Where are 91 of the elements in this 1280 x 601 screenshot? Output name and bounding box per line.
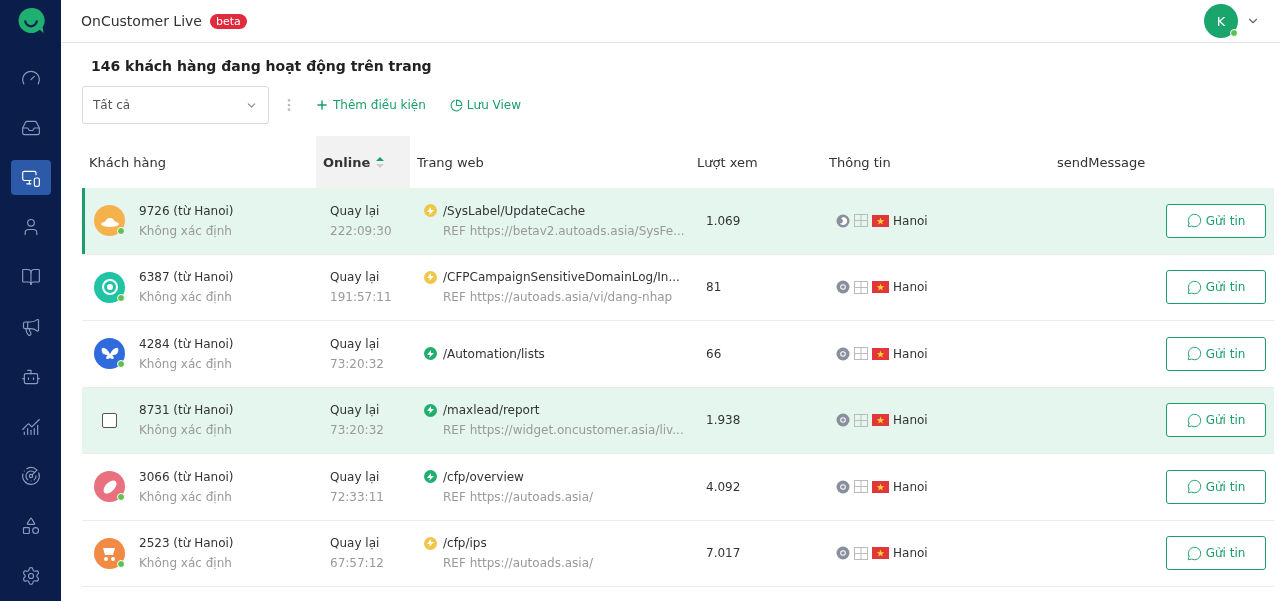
save-view-link[interactable]: Lưu View — [443, 98, 528, 112]
view-count: 1.069 — [706, 213, 741, 228]
send-message-button[interactable]: Gửi tin — [1166, 203, 1266, 238]
city: Hanoi — [893, 280, 928, 295]
app-title: OnCustomer Live — [81, 13, 202, 29]
column-header[interactable]: Lượt xem — [690, 136, 822, 188]
column-header[interactable]: Thông tin — [822, 136, 1050, 188]
windows-icon — [854, 347, 868, 361]
add-condition-link[interactable]: Thêm điều kiện — [309, 98, 432, 112]
column-header[interactable]: Online — [316, 136, 410, 188]
chat-bubble-icon — [1186, 412, 1202, 428]
view-count: 1.938 — [706, 413, 741, 428]
referrer-url: REF https://autoads.asia/ — [442, 489, 594, 504]
city: Hanoi — [893, 346, 928, 361]
customer-row[interactable]: 9726 (từ Hanoi) Không xác định Quay lại 222:09:30 /SysLabel/UpdateCache REF https://betav2.autoads.asia/SysFe... 1.069 Hanoi Gửi tin — [82, 188, 1274, 255]
online-duration: 73:20:32 — [330, 356, 384, 371]
visit-status: Quay lại — [330, 403, 381, 418]
page-path: /CFPCampaignSensitiveDomainLog/In... — [443, 270, 680, 285]
customer-name[interactable]: 8731 (từ Hanoi) — [139, 403, 234, 418]
customer-detail: Không xác định — [139, 290, 233, 305]
flag-icon — [872, 414, 889, 427]
plus-icon — [315, 98, 329, 112]
customer-name[interactable]: 9726 (từ Hanoi) — [139, 203, 234, 218]
online-duration: 222:09:30 — [330, 223, 392, 238]
city: Hanoi — [893, 413, 928, 428]
sort-icon — [376, 156, 385, 168]
chat-bubble-icon — [1186, 346, 1202, 362]
online-duration: 72:33:11 — [330, 489, 384, 504]
visit-status: Quay lại — [330, 203, 381, 218]
page-path: /cfp/overview — [443, 469, 524, 484]
customer-detail: Không xác định — [139, 489, 233, 504]
windows-icon — [854, 480, 868, 494]
beta-badge: beta — [209, 13, 247, 29]
row-checkbox[interactable] — [102, 412, 117, 428]
customer-detail: Không xác định — [139, 356, 233, 371]
view-count: 81 — [706, 280, 722, 295]
visit-status: Quay lại — [330, 336, 381, 351]
column-header[interactable]: Trang web — [410, 136, 690, 188]
column-header[interactable]: sendMessage — [1050, 136, 1280, 188]
referrer-url: REF https://betav2.autoads.asia/SysFe... — [442, 223, 685, 238]
page-path: /SysLabel/UpdateCache — [443, 203, 586, 218]
city: Hanoi — [893, 213, 928, 228]
windows-icon — [854, 546, 868, 560]
view-count: 7.017 — [706, 546, 741, 561]
referrer-url: REF https://autoads.asia/ — [442, 556, 594, 571]
view-select[interactable]: Tất cả — [82, 86, 269, 124]
active-customers-heading: 146 khách hàng đang hoạt động trên trang — [91, 58, 433, 74]
send-message-button[interactable]: Gửi tin — [1166, 469, 1266, 504]
windows-icon — [854, 280, 868, 294]
city: Hanoi — [893, 546, 928, 561]
referrer-url: REF https://widget.oncustomer.asia/liv... — [442, 423, 684, 438]
customer-detail: Không xác định — [139, 223, 233, 238]
chat-bubble-icon — [1186, 545, 1202, 561]
visit-status: Quay lại — [330, 536, 381, 551]
view-count: 66 — [706, 346, 722, 361]
flag-icon — [872, 214, 889, 227]
customer-name[interactable]: 2523 (từ Hanoi) — [139, 536, 234, 551]
send-message-button[interactable]: Gửi tin — [1166, 536, 1266, 571]
online-duration: 73:20:32 — [330, 423, 384, 438]
flag-icon — [872, 347, 889, 360]
flag-icon — [872, 547, 889, 560]
flag-icon — [872, 480, 889, 493]
chat-bubble-icon — [1186, 213, 1202, 229]
pie-chart-icon — [449, 98, 463, 112]
windows-icon — [854, 413, 868, 427]
customer-name[interactable]: 6387 (từ Hanoi) — [139, 270, 234, 285]
page-path: /Automation/lists — [443, 346, 545, 361]
send-message-button[interactable]: Gửi tin — [1166, 336, 1266, 371]
customer-detail: Không xác định — [139, 556, 233, 571]
view-count: 4.092 — [706, 479, 741, 494]
customer-name[interactable]: 3066 (từ Hanoi) — [139, 469, 234, 484]
flag-icon — [872, 281, 889, 294]
send-message-button[interactable]: Gửi tin — [1166, 403, 1266, 438]
customer-detail: Không xác định — [139, 423, 233, 438]
online-duration: 191:57:11 — [330, 290, 392, 305]
visit-status: Quay lại — [330, 270, 381, 285]
monitor-nav-icon[interactable] — [10, 159, 51, 196]
online-duration: 67:57:12 — [330, 556, 384, 571]
customer-row[interactable]: 8731 (từ Hanoi) Không xác định Quay lại 73:20:32 /maxlead/report REF https://widget.oncustomer.asia/liv... 1.938 Hanoi Gửi tin — [82, 387, 1274, 454]
windows-icon — [854, 214, 868, 228]
customer-name[interactable]: 4284 (từ Hanoi) — [139, 336, 234, 351]
visit-status: Quay lại — [330, 469, 381, 484]
chat-bubble-icon — [1186, 279, 1202, 295]
page-path: /cfp/ips — [443, 536, 487, 551]
chat-bubble-icon — [1186, 479, 1202, 495]
city: Hanoi — [893, 479, 928, 494]
online-status-dot — [1230, 29, 1238, 37]
page-path: /maxlead/report — [443, 403, 540, 418]
column-header[interactable]: Khách hàng — [82, 136, 316, 188]
send-message-button[interactable]: Gửi tin — [1166, 270, 1266, 305]
referrer-url: REF https://autoads.asia/vi/dang-nhap — [442, 290, 674, 305]
